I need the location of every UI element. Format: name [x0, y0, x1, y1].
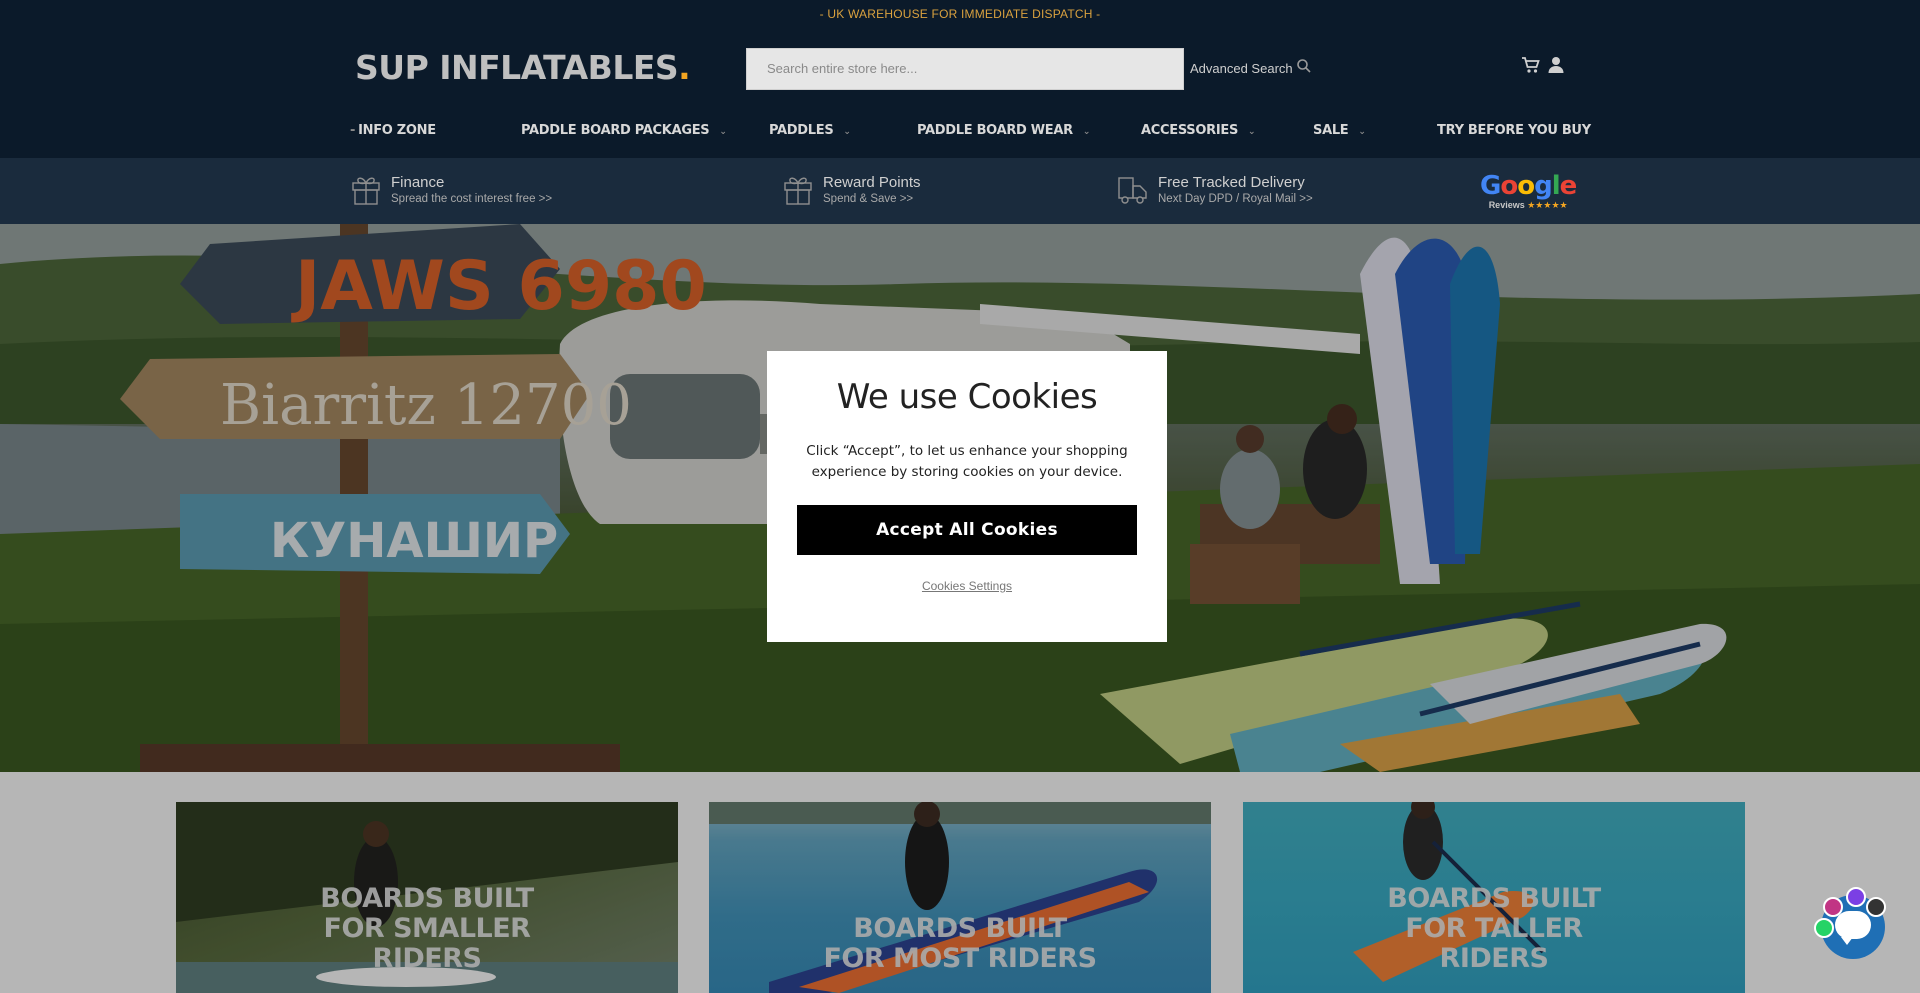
nav-prefix: -	[350, 123, 356, 138]
cookie-modal-title: We use Cookies	[836, 377, 1098, 417]
delivery-truck-icon	[1118, 177, 1147, 204]
announcement-text: - UK WAREHOUSE FOR IMMEDIATE DISPATCH -	[819, 7, 1101, 21]
usp-subtitle: Spend & Save >>	[823, 192, 914, 205]
nav-label: TRY BEFORE YOU BUY	[1437, 123, 1591, 138]
nav-item-paddle-board-wear[interactable]: PADDLE BOARD WEAR ⌄	[917, 116, 1090, 147]
usp-finance[interactable]: Finance Spread the cost interest free >>	[351, 172, 552, 206]
star-rating: ★★★★★	[1527, 200, 1568, 210]
accept-all-cookies-button[interactable]: Accept All Cookies	[797, 505, 1137, 555]
cart-icon[interactable]	[1521, 55, 1541, 75]
google-reviews-label: Reviews ★★★★★	[1480, 200, 1576, 211]
google-reviews-badge[interactable]: Google Reviews ★★★★★	[1480, 171, 1577, 211]
whatsapp-icon[interactable]	[1814, 918, 1834, 938]
usp-title: Finance	[391, 173, 445, 191]
nav-label: SALE	[1313, 123, 1349, 138]
advanced-search-link[interactable]: Advanced Search	[1190, 61, 1293, 76]
cookies-settings-link[interactable]: Cookies Settings	[922, 579, 1012, 593]
chevron-down-icon: ⌄	[1248, 127, 1256, 137]
usp-bar: Finance Spread the cost interest free >>…	[0, 158, 1920, 224]
nav-item-paddles[interactable]: PADDLES ⌄	[769, 116, 851, 147]
email-icon[interactable]	[1866, 897, 1886, 917]
chevron-down-icon: ⌄	[719, 127, 727, 137]
nav-label: INFO ZONE	[358, 123, 436, 138]
nav-item-info-zone[interactable]: - INFO ZONE	[350, 116, 436, 146]
site-logo[interactable]: SUP INFLATABLES.	[355, 48, 691, 87]
cookie-modal-text: Click “Accept”, to let us enhance your s…	[806, 443, 1128, 480]
nav-label: PADDLES	[769, 123, 834, 138]
usp-subtitle: Spread the cost interest free >>	[391, 192, 553, 205]
logo-dot: .	[678, 48, 691, 87]
chevron-down-icon: ⌄	[843, 127, 851, 137]
cookie-consent-modal: We use Cookies Click “Accept”, to let us…	[767, 351, 1167, 642]
site-header: SUP INFLATABLES. Search entire store her…	[0, 28, 1920, 158]
gift-icon	[352, 177, 380, 205]
messenger-icon[interactable]	[1846, 887, 1866, 907]
chevron-down-icon: ⌄	[1082, 127, 1091, 137]
nav-item-try-before-you-buy[interactable]: TRY BEFORE YOU BUY	[1437, 116, 1591, 146]
account-icon[interactable]	[1548, 56, 1564, 74]
usp-title: Free Tracked Delivery	[1158, 173, 1305, 191]
nav-item-accessories[interactable]: ACCESSORIES ⌄	[1141, 116, 1256, 147]
gift-icon	[784, 177, 812, 205]
main-navigation: - INFO ZONE PADDLE BOARD PACKAGES ⌄ PADDLE…	[350, 116, 1591, 147]
nav-label: PADDLE BOARD PACKAGES	[521, 123, 710, 138]
announcement-bar: - UK WAREHOUSE FOR IMMEDIATE DISPATCH -	[0, 0, 1920, 28]
instagram-icon[interactable]	[1823, 897, 1843, 917]
google-logo: Google	[1480, 171, 1577, 201]
usp-title: Reward Points	[823, 173, 921, 191]
usp-reward-points[interactable]: Reward Points Spend & Save >>	[783, 172, 921, 206]
chevron-down-icon: ⌄	[1358, 127, 1366, 137]
search-icon[interactable]	[1296, 58, 1312, 74]
nav-item-paddle-board-packages[interactable]: PADDLE BOARD PACKAGES ⌄	[521, 116, 727, 147]
chat-icon	[1835, 911, 1871, 945]
reviews-text: Reviews	[1488, 200, 1525, 210]
nav-label: ACCESSORIES	[1141, 123, 1239, 138]
nav-item-sale[interactable]: SALE ⌄	[1313, 116, 1366, 147]
search-input[interactable]: Search entire store here...	[746, 48, 1184, 90]
logo-text: SUP INFLATABLES	[355, 48, 679, 87]
usp-subtitle: Next Day DPD / Royal Mail >>	[1158, 192, 1313, 205]
page-overlay	[0, 772, 1920, 993]
nav-label: PADDLE BOARD WEAR	[917, 123, 1073, 138]
usp-free-delivery[interactable]: Free Tracked Delivery Next Day DPD / Roy…	[1118, 172, 1313, 206]
